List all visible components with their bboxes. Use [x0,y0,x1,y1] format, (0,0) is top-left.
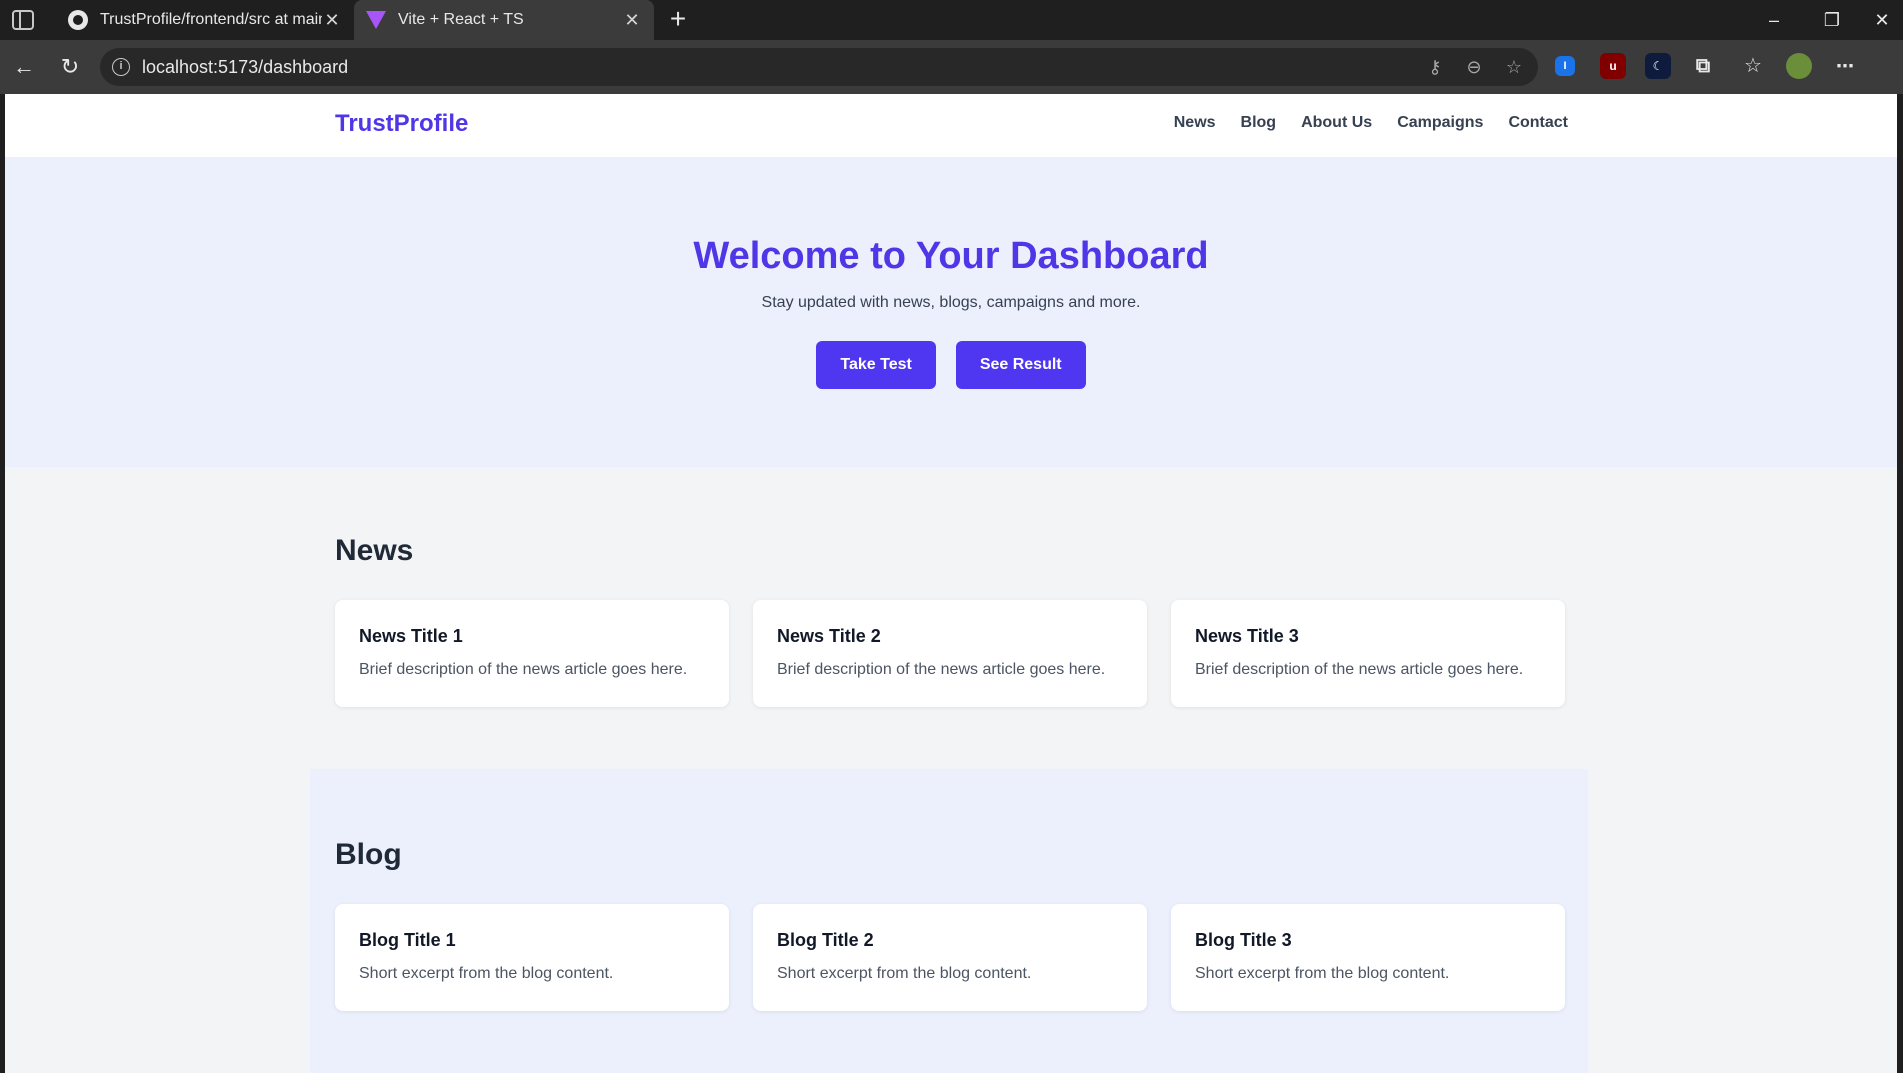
news-card-title: News Title 3 [1195,626,1299,646]
vite-icon [366,10,386,30]
hero-section: Welcome to Your Dashboard Stay updated w… [5,157,1897,467]
restore-icon[interactable]: ❐ [1812,6,1852,34]
more-menu-icon[interactable]: ⋯ [1832,53,1858,79]
main-nav: News Blog About Us Campaigns Contact [1174,114,1568,132]
news-card-text: Brief description of the news article go… [1195,661,1524,678]
nav-link-about-us[interactable]: About Us [1301,114,1372,132]
blog-cards: Blog Title 1 Short excerpt from the blog… [335,904,1565,1011]
hero-title: Welcome to Your Dashboard [693,235,1209,277]
news-card[interactable]: News Title 3 Brief description of the ne… [1171,600,1565,707]
take-test-button[interactable]: Take Test [816,341,936,389]
blog-heading: Blog [335,838,402,871]
browser-tab-active[interactable]: Vite + React + TS ✕ [354,0,654,40]
browser-tab[interactable]: TrustProfile/frontend/src at main ✕ [56,0,354,40]
extensions-icon[interactable]: ⧉ [1690,53,1716,79]
nav-link-campaigns[interactable]: Campaigns [1397,114,1483,132]
extension-icon[interactable]: I [1555,56,1575,76]
close-tab-icon[interactable]: ✕ [622,10,642,31]
site-header: TrustProfile News Blog About Us Campaign… [5,94,1897,157]
scrollbar[interactable] [1897,94,1903,1073]
blog-card[interactable]: Blog Title 3 Short excerpt from the blog… [1171,904,1565,1011]
nav-link-contact[interactable]: Contact [1508,114,1568,132]
tab-title: Vite + React + TS [398,11,524,28]
address-url[interactable]: localhost:5173/dashboard [142,57,348,78]
sidebar-toggle-icon[interactable] [12,10,34,30]
news-card-text: Brief description of the news article go… [359,661,688,678]
blog-card-title: Blog Title 1 [359,930,456,950]
favorite-star-icon[interactable]: ☆ [1504,57,1524,77]
back-icon[interactable]: ← [10,53,38,81]
news-card-text: Brief description of the news article go… [777,661,1106,678]
blog-card[interactable]: Blog Title 1 Short excerpt from the blog… [335,904,729,1011]
blog-card-text: Short excerpt from the blog content. [777,965,1032,982]
key-icon[interactable]: ⚷ [1425,57,1445,77]
hero-subtitle: Stay updated with news, blogs, campaigns… [761,294,1141,311]
news-heading: News [335,534,414,567]
news-cards: News Title 1 Brief description of the ne… [335,600,1565,707]
page-viewport: TrustProfile News Blog About Us Campaign… [5,94,1897,1073]
hero-actions: Take Test See Result [5,341,1897,389]
favorites-icon[interactable]: ☆ [1740,53,1766,79]
github-icon [68,10,88,30]
blog-card-title: Blog Title 2 [777,930,874,950]
browser-toolbar: ← ↻ i localhost:5173/dashboard ⚷ ⊖ ☆ I u… [0,40,1903,94]
profile-avatar[interactable] [1786,53,1812,79]
minimize-icon[interactable]: – [1754,6,1794,34]
see-result-button[interactable]: See Result [955,341,1086,389]
address-bar[interactable]: i localhost:5173/dashboard ⚷ ⊖ ☆ [100,48,1538,86]
nav-link-news[interactable]: News [1174,114,1216,132]
ublock-icon[interactable]: u [1600,53,1626,79]
news-card-title: News Title 1 [359,626,463,646]
news-card-title: News Title 2 [777,626,881,646]
close-window-icon[interactable]: ✕ [1862,6,1902,34]
browser-tab-bar: TrustProfile/frontend/src at main ✕ Vite… [0,0,1903,40]
new-tab-icon[interactable]: + [664,5,692,34]
news-card[interactable]: News Title 1 Brief description of the ne… [335,600,729,707]
site-info-icon[interactable]: i [112,58,130,76]
blog-card-title: Blog Title 3 [1195,930,1292,950]
blog-card[interactable]: Blog Title 2 Short excerpt from the blog… [753,904,1147,1011]
blog-card-text: Short excerpt from the blog content. [1195,965,1450,982]
nav-link-blog[interactable]: Blog [1241,114,1277,132]
blog-card-text: Short excerpt from the blog content. [359,965,614,982]
zoom-icon[interactable]: ⊖ [1464,57,1484,77]
dark-mode-icon[interactable]: ☾ [1645,53,1671,79]
brand-logo[interactable]: TrustProfile [335,110,468,138]
close-tab-icon[interactable]: ✕ [322,10,342,31]
tab-title: TrustProfile/frontend/src at main [100,11,322,28]
reload-icon[interactable]: ↻ [56,53,84,81]
news-card[interactable]: News Title 2 Brief description of the ne… [753,600,1147,707]
